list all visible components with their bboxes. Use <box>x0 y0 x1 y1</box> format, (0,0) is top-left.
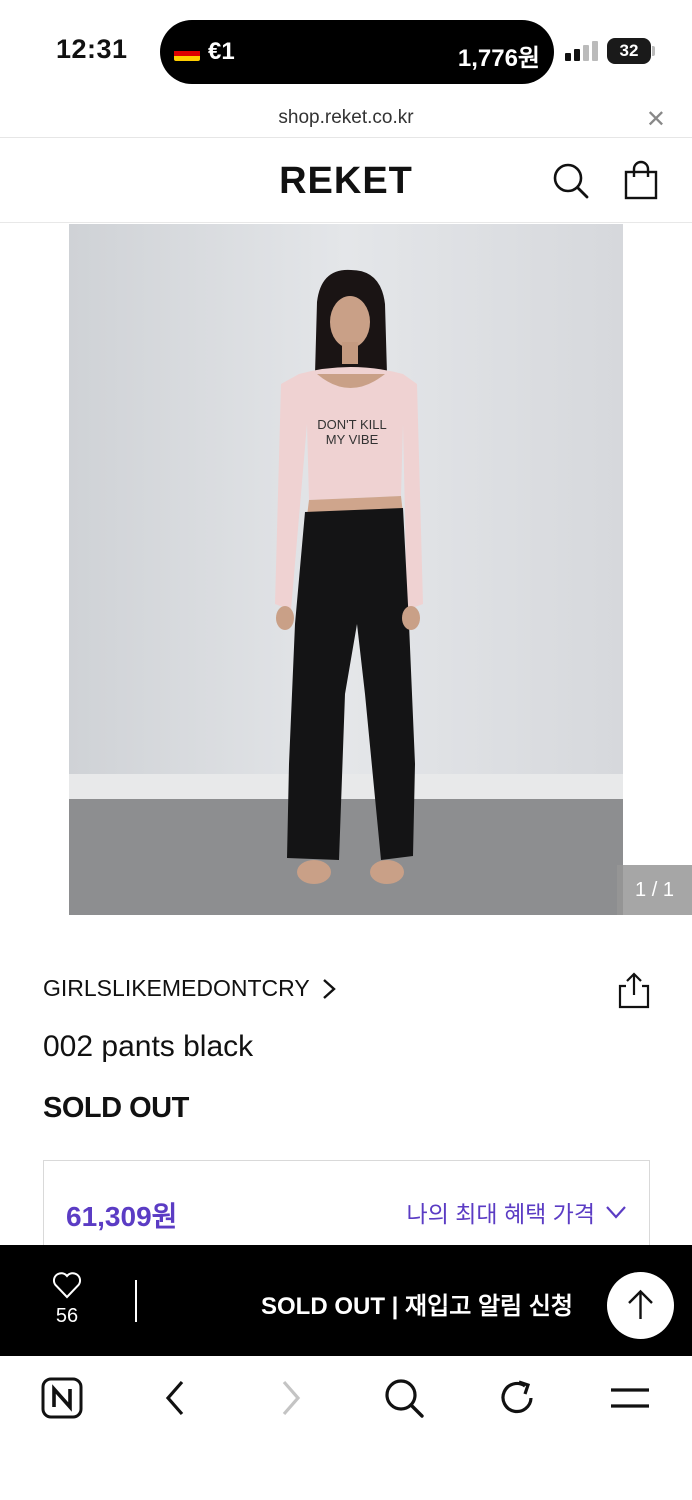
status-bar: 12:31 €1 1,776원 32 <box>0 0 692 100</box>
arrow-up-icon <box>628 1289 653 1319</box>
model-photo: DON'T KILL MY VIBE <box>69 224 623 915</box>
forward-icon[interactable] <box>268 1376 312 1420</box>
image-counter: 1 / 1 <box>617 865 692 915</box>
germany-flag-icon <box>174 46 200 61</box>
signal-icon <box>565 41 599 61</box>
chevron-down-icon <box>606 1206 626 1219</box>
browser-toolbar <box>0 1356 692 1500</box>
heart-icon[interactable] <box>52 1271 82 1299</box>
search-icon[interactable] <box>550 160 590 200</box>
url-text[interactable]: shop.reket.co.kr <box>0 107 692 129</box>
restock-notify-button[interactable]: SOLD OUT | 재입고 알림 신청 <box>261 1286 573 1321</box>
currency-island[interactable]: €1 1,776원 <box>160 20 554 84</box>
currency-from: €1 <box>208 38 235 65</box>
close-icon[interactable]: ✕ <box>646 105 666 134</box>
search-icon[interactable] <box>382 1376 426 1420</box>
chevron-right-icon <box>322 978 336 999</box>
brand-link[interactable]: GIRLSLIKEMEDONTCRY <box>43 975 336 1002</box>
clock: 12:31 <box>56 34 128 64</box>
divider <box>135 1280 137 1322</box>
stock-status: SOLD OUT <box>43 1092 189 1124</box>
brand-name: GIRLSLIKEMEDONTCRY <box>43 975 310 1001</box>
url-bar[interactable]: shop.reket.co.kr ✕ <box>0 100 692 138</box>
share-icon[interactable] <box>614 970 654 1010</box>
battery-tip <box>652 46 655 56</box>
benefit-price-toggle[interactable]: 나의 최대 혜택 가격 <box>407 1195 627 1229</box>
battery-icon: 32 <box>607 38 651 64</box>
menu-icon[interactable] <box>608 1376 652 1420</box>
naver-icon[interactable] <box>40 1376 84 1420</box>
refresh-icon[interactable] <box>495 1376 539 1420</box>
currency-to: 1,776원 <box>457 45 540 72</box>
shirt-print-line1: DON'T KILL <box>317 417 386 432</box>
price: 61,309원 <box>66 1201 178 1232</box>
shopping-bag-icon[interactable] <box>621 160 661 200</box>
like-count: 56 <box>55 1305 79 1327</box>
product-name: 002 pants black <box>43 1030 254 1063</box>
product-image[interactable]: DON'T KILL MY VIBE <box>69 224 623 915</box>
shirt-print-line2: MY VIBE <box>326 432 379 447</box>
benefit-label: 나의 최대 혜택 가격 <box>406 1201 595 1227</box>
action-bar: 56 SOLD OUT | 재입고 알림 신청 <box>0 1245 692 1356</box>
site-header: REKET <box>0 138 692 223</box>
scroll-top-button[interactable] <box>607 1272 674 1339</box>
back-icon[interactable] <box>154 1376 198 1420</box>
